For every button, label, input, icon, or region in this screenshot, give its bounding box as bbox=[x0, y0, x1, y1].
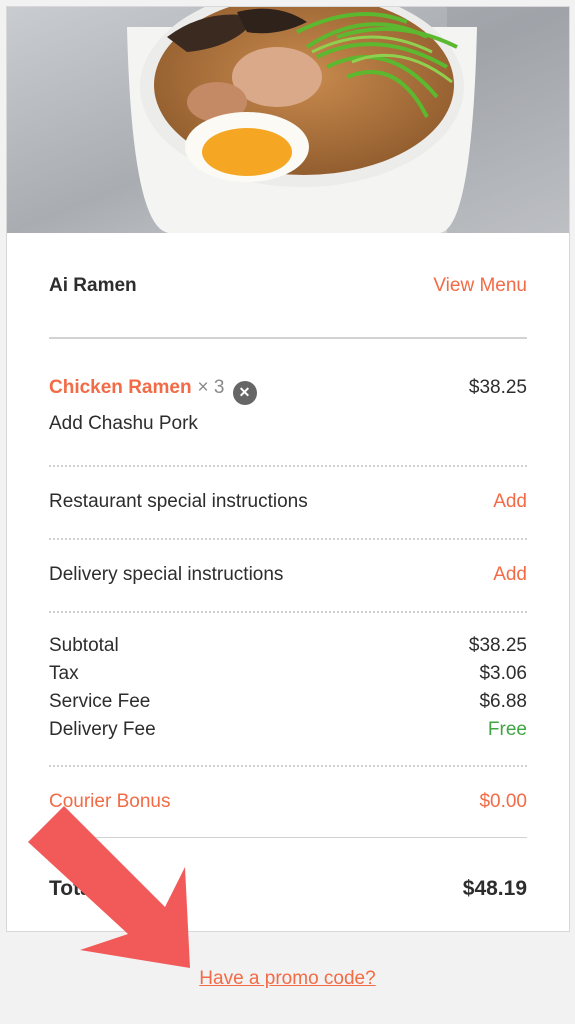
divider bbox=[49, 337, 527, 339]
delivery-instructions-add[interactable]: Add bbox=[493, 564, 527, 586]
courier-bonus-value: $0.00 bbox=[479, 791, 527, 812]
tax-row: Tax $3.06 bbox=[49, 663, 527, 685]
service-fee-label: Service Fee bbox=[49, 691, 151, 712]
item-name: Chicken Ramen bbox=[49, 377, 192, 398]
restaurant-name: Ai Ramen bbox=[49, 275, 137, 296]
restaurant-instructions-label: Restaurant special instructions bbox=[49, 491, 308, 512]
restaurant-instructions-add[interactable]: Add bbox=[493, 491, 527, 513]
service-fee-row: Service Fee $6.88 bbox=[49, 691, 527, 713]
item-quantity: × 3 bbox=[197, 377, 225, 398]
divider bbox=[49, 538, 527, 540]
cart-item-details: Chicken Ramen × 3 ✕ Add Chashu Pork bbox=[49, 377, 257, 435]
cart-item: Chicken Ramen × 3 ✕ Add Chashu Pork $38.25 bbox=[49, 377, 527, 435]
divider bbox=[49, 465, 527, 467]
cart-card: Ai Ramen View Menu Chicken Ramen × 3 ✕ Add… bbox=[6, 6, 570, 932]
delivery-fee-row: Delivery Fee Free bbox=[49, 719, 527, 741]
promo-code-link[interactable]: Have a promo code? bbox=[199, 968, 375, 989]
promo-code-container: Have a promo code? bbox=[0, 968, 575, 990]
restaurant-instructions-row[interactable]: Restaurant special instructions Add bbox=[49, 491, 527, 513]
food-photo bbox=[7, 7, 569, 233]
item-modifier: Add Chashu Pork bbox=[49, 412, 198, 434]
tax-label: Tax bbox=[49, 663, 79, 684]
tax-value: $3.06 bbox=[479, 663, 527, 684]
total-label: Total bbox=[49, 877, 98, 900]
divider bbox=[49, 611, 527, 613]
divider bbox=[49, 837, 527, 838]
subtotal-label: Subtotal bbox=[49, 635, 119, 656]
total-row: Total $48.19 bbox=[49, 877, 527, 901]
view-menu-link[interactable]: View Menu bbox=[433, 275, 527, 297]
delivery-instructions-row[interactable]: Delivery special instructions Add bbox=[49, 564, 527, 586]
close-circle-icon[interactable]: ✕ bbox=[232, 380, 257, 405]
courier-bonus-row[interactable]: Courier Bonus $0.00 bbox=[49, 791, 527, 813]
divider bbox=[49, 765, 527, 767]
delivery-instructions-label: Delivery special instructions bbox=[49, 564, 284, 585]
delivery-fee-value: Free bbox=[487, 719, 527, 740]
total-value: $48.19 bbox=[462, 877, 527, 900]
courier-bonus-label: Courier Bonus bbox=[49, 791, 171, 812]
item-price: $38.25 bbox=[468, 377, 527, 398]
subtotal-row: Subtotal $38.25 bbox=[49, 635, 527, 657]
service-fee-value: $6.88 bbox=[479, 691, 527, 712]
restaurant-row: Ai Ramen View Menu bbox=[49, 275, 527, 297]
delivery-fee-label: Delivery Fee bbox=[49, 719, 156, 740]
subtotal-value: $38.25 bbox=[468, 635, 527, 656]
